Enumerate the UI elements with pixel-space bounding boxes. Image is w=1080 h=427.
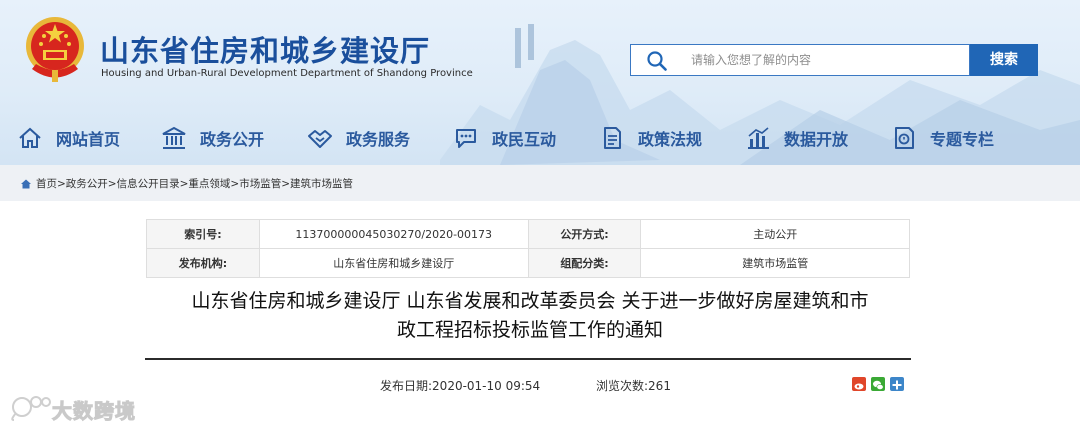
- index-label: 索引号:: [146, 219, 260, 249]
- handshake-icon: [308, 130, 332, 148]
- nav-item-label: 政民互动: [492, 130, 557, 149]
- watermark-text: 大数跨境: [52, 399, 136, 424]
- issuer-label: 发布机构:: [146, 248, 260, 278]
- category-value: 建筑市场监管: [640, 248, 910, 278]
- nav-item-label: 专题专栏: [930, 130, 995, 149]
- nav-item-label: 网站首页: [56, 130, 121, 149]
- nav-item-label: 政策法规: [638, 130, 703, 149]
- disclosure-label: 公开方式:: [527, 219, 642, 249]
- breadcrumb-bar: 首页>政务公开>信息公开目录>重点领域>市场监管>建筑市场监管: [0, 165, 1080, 201]
- government-building-icon: [162, 126, 186, 149]
- nav-item-label: 政务公开: [200, 130, 265, 149]
- document-meta-table: 索引号: 113700000045030270/2020-00173 公开方式:…: [146, 219, 910, 278]
- article-title: 山东省住房和城乡建设厅 山东省发展和改革委员会 关于进一步做好房屋建筑和市 政工…: [130, 287, 930, 345]
- topic-icon: [895, 127, 914, 149]
- publish-date: 发布日期:2020-01-10 09:54: [380, 379, 541, 393]
- article-title-line1: 山东省住房和城乡建设厅 山东省发展和改革委员会 关于进一步做好房屋建筑和市: [191, 290, 869, 312]
- national-emblem-icon: [26, 17, 84, 82]
- nav-item-open-data[interactable]: 数据开放: [744, 118, 848, 158]
- nav-item-gov-services[interactable]: 政务服务: [306, 118, 410, 158]
- nav-item-label: 政务服务: [346, 130, 411, 149]
- issuer-value: 山东省住房和城乡建设厅: [258, 248, 529, 278]
- table-row: 索引号: 113700000045030270/2020-00173 公开方式:…: [146, 219, 910, 249]
- search-input[interactable]: [691, 45, 961, 75]
- disclosure-value: 主动公开: [640, 219, 910, 249]
- home-icon: [19, 127, 41, 148]
- chat-bubble-icon: [456, 129, 476, 148]
- category-label: 组配分类:: [527, 248, 642, 278]
- weibo-share-icon[interactable]: [852, 377, 866, 391]
- nav-item-policies[interactable]: 政策法规: [598, 118, 702, 158]
- search-box[interactable]: [630, 44, 970, 76]
- index-value: 113700000045030270/2020-00173: [258, 219, 529, 249]
- search-button[interactable]: 搜索: [970, 44, 1038, 76]
- wechat-share-icon[interactable]: [871, 377, 885, 391]
- table-row: 发布机构: 山东省住房和城乡建设厅 组配分类: 建筑市场监管: [146, 248, 910, 278]
- main-nav: 网站首页 政务公开 政务服务 政民互动 政策法规 数据开放 专题专栏: [0, 118, 1080, 158]
- site-title: 山东省住房和城乡建设厅: [100, 34, 431, 68]
- site-subtitle: Housing and Urban-Rural Development Depa…: [101, 68, 473, 79]
- nav-item-gov-affairs[interactable]: 政务公开: [160, 118, 264, 158]
- home-icon: [21, 179, 31, 189]
- view-count: 浏览次数:261: [596, 379, 671, 393]
- site-header: 山东省住房和城乡建设厅 Housing and Urban-Rural Deve…: [0, 0, 1080, 165]
- search-icon[interactable]: [647, 51, 667, 71]
- title-divider: [145, 358, 911, 360]
- nav-item-home[interactable]: 网站首页: [16, 118, 120, 158]
- nav-item-topics[interactable]: 专题专栏: [890, 118, 994, 158]
- bar-chart-icon: [748, 127, 769, 149]
- nav-item-label: 数据开放: [784, 130, 849, 149]
- more-share-icon[interactable]: [890, 377, 904, 391]
- article-title-line2: 政工程招标投标监管工作的通知: [396, 319, 663, 341]
- breadcrumb[interactable]: 首页>政务公开>信息公开目录>重点领域>市场监管>建筑市场监管: [36, 176, 353, 191]
- nav-item-interaction[interactable]: 政民互动: [452, 118, 556, 158]
- document-icon: [604, 127, 621, 149]
